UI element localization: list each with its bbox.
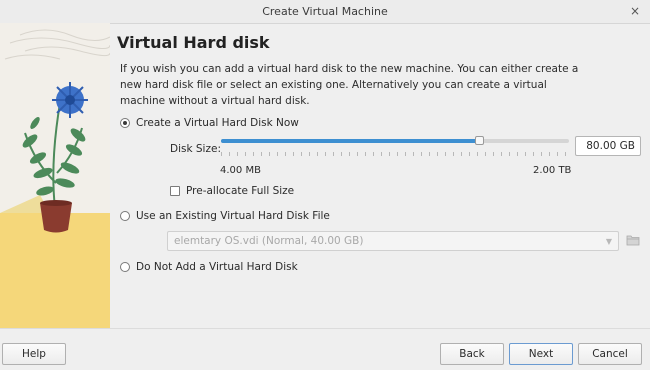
- folder-open-icon[interactable]: [625, 232, 641, 248]
- create-disk-option[interactable]: Create a Virtual Hard Disk Now: [120, 117, 299, 129]
- back-button[interactable]: Back: [440, 343, 504, 365]
- button-bar: Help Back Next Cancel: [0, 328, 650, 370]
- help-button[interactable]: Help: [2, 343, 66, 365]
- close-icon[interactable]: ×: [628, 4, 642, 18]
- cancel-button[interactable]: Cancel: [578, 343, 642, 365]
- preallocate-checkbox[interactable]: [170, 186, 180, 196]
- slider-handle[interactable]: [474, 136, 484, 145]
- disk-size-label: Disk Size:: [170, 143, 221, 155]
- no-disk-radio[interactable]: [120, 262, 130, 272]
- max-size-label: 2.00 TB: [533, 165, 572, 176]
- page-description: If you wish you can add a virtual hard d…: [120, 63, 579, 107]
- create-disk-radio[interactable]: [120, 118, 130, 128]
- no-disk-option[interactable]: Do Not Add a Virtual Hard Disk: [120, 261, 298, 273]
- min-size-label: 4.00 MB: [220, 165, 261, 176]
- slider-ticks: [221, 152, 569, 156]
- preallocate-label: Pre-allocate Full Size: [186, 185, 295, 197]
- use-existing-radio[interactable]: [120, 211, 130, 221]
- wizard-illustration: [0, 23, 110, 328]
- use-existing-label: Use an Existing Virtual Hard Disk File: [136, 210, 330, 222]
- preallocate-option[interactable]: Pre-allocate Full Size: [170, 185, 294, 197]
- page-title: Virtual Hard disk: [117, 33, 270, 52]
- next-button[interactable]: Next: [509, 343, 573, 365]
- existing-disk-value: elemtary OS.vdi (Normal, 40.00 GB): [174, 235, 364, 247]
- create-disk-label: Create a Virtual Hard Disk Now: [136, 117, 299, 129]
- window-title: Create Virtual Machine: [262, 5, 388, 18]
- disk-size-slider[interactable]: [221, 136, 569, 148]
- existing-disk-select[interactable]: elemtary OS.vdi (Normal, 40.00 GB) ▼: [167, 231, 619, 251]
- disk-size-input[interactable]: [575, 136, 641, 156]
- slider-fill: [221, 139, 479, 143]
- no-disk-label: Do Not Add a Virtual Hard Disk: [136, 261, 298, 273]
- chevron-down-icon: ▼: [605, 236, 612, 246]
- wizard-content: Virtual Hard disk If you wish you can ad…: [117, 23, 647, 328]
- flower-pot-illustration: [0, 23, 110, 328]
- window-titlebar: Create Virtual Machine ×: [0, 0, 650, 24]
- use-existing-option[interactable]: Use an Existing Virtual Hard Disk File: [120, 210, 330, 222]
